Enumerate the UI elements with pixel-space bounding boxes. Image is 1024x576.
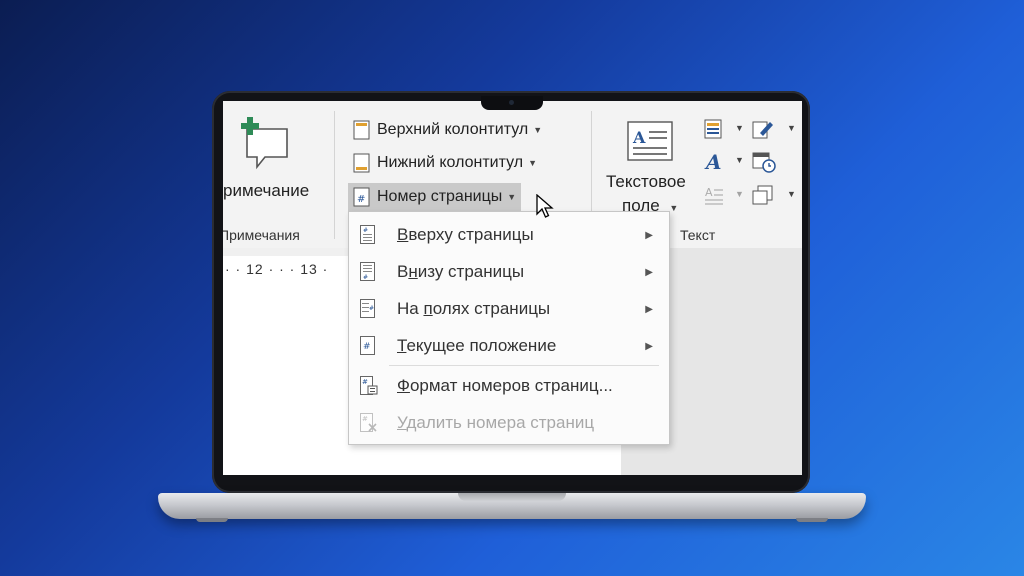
page-number-button[interactable]: # Номер страницы ▼: [348, 183, 522, 211]
group-separator: [591, 111, 592, 211]
horizontal-ruler[interactable]: · · 12 · · · 13 ·: [223, 256, 350, 282]
submenu-arrow-icon: ▶: [645, 229, 653, 241]
chevron-down-icon: ▼: [735, 123, 744, 133]
page-bottom-icon: #: [360, 262, 375, 281]
textbox-icon: A: [627, 121, 673, 161]
footer-button[interactable]: Нижний колонтитул ▼: [353, 150, 537, 176]
comments-group-label: Примечания: [223, 227, 300, 243]
menu-item-format-page-numbers[interactable]: # Формат номеров страниц...: [349, 369, 669, 403]
signature-line-button[interactable]: ▼: [752, 119, 796, 143]
submenu-arrow-icon: ▶: [645, 340, 653, 352]
submenu-arrow-icon: ▶: [645, 266, 653, 278]
remove-page-numbers-icon: #: [360, 413, 377, 432]
svg-text:#: #: [363, 274, 368, 281]
footer-label: Нижний колонтитул: [377, 154, 524, 171]
laptop-foot-right: [796, 518, 828, 522]
mouse-cursor-icon: [536, 194, 554, 218]
menu-item-page-margins[interactable]: # На полях страницы ▶: [349, 292, 669, 326]
svg-text:#: #: [362, 378, 368, 386]
new-comment-icon: [241, 117, 288, 170]
menu-item-label: Формат номеров страниц...: [397, 376, 613, 395]
page-margins-icon: #: [360, 299, 375, 318]
date-time-button[interactable]: [752, 151, 782, 175]
menu-item-bottom-of-page[interactable]: # Внизу страницы ▶: [349, 255, 669, 289]
submenu-arrow-icon: ▶: [645, 303, 653, 315]
textbox-button[interactable]: A Текстовое поле ▼: [603, 119, 699, 219]
chevron-down-icon: ▼: [507, 192, 517, 202]
group-separator: [334, 111, 335, 239]
ruler-ticks: · · 12 · · · 13 ·: [225, 261, 329, 277]
chevron-down-icon: ▼: [669, 203, 679, 213]
new-comment-button[interactable]: римечание: [223, 111, 331, 203]
format-page-numbers-icon: #: [360, 376, 378, 395]
page-number-icon: #: [353, 187, 370, 207]
camera-notch: [481, 96, 543, 110]
menu-item-top-of-page[interactable]: # Вверху страницы ▶: [349, 218, 669, 252]
chevron-down-icon: ▼: [787, 123, 796, 133]
current-position-icon: #: [360, 336, 375, 355]
wordart-icon: A: [704, 150, 722, 174]
object-button[interactable]: ▼: [752, 185, 796, 209]
header-button[interactable]: Верхний колонтитул ▼: [353, 117, 542, 143]
textbox-label-1: Текстовое: [606, 172, 686, 191]
page-number-label: Номер страницы: [377, 188, 503, 205]
laptop-base-notch: [458, 493, 566, 501]
chevron-down-icon: ▼: [735, 189, 744, 199]
chevron-down-icon: ▼: [533, 125, 543, 135]
menu-item-label: На полях страницы: [397, 299, 551, 318]
drop-cap-icon: A: [705, 186, 723, 205]
svg-text:#: #: [363, 227, 368, 234]
date-time-icon: [752, 152, 776, 173]
menu-item-label: Текущее положение: [397, 336, 557, 355]
svg-text:#: #: [362, 415, 368, 423]
svg-text:A: A: [705, 186, 713, 199]
menu-divider: [389, 365, 659, 366]
quick-parts-icon: [704, 119, 722, 139]
header-label: Верхний колонтитул: [377, 121, 529, 138]
footer-icon: [353, 153, 370, 173]
quick-parts-button[interactable]: ▼: [704, 119, 744, 143]
svg-text:A: A: [632, 128, 646, 147]
menu-item-label: Удалить номера страниц: [397, 413, 595, 432]
laptop-foot-left: [196, 518, 228, 522]
menu-item-current-position[interactable]: # Текущее положение ▶: [349, 329, 669, 363]
svg-text:A: A: [704, 151, 722, 173]
word-window: римечание Примечания Верхний колонтитул …: [223, 101, 802, 475]
chevron-down-icon: ▼: [528, 158, 538, 168]
new-comment-label: римечание: [223, 181, 310, 200]
page-number-menu: # Вверху страницы ▶ # Внизу страницы ▶ #…: [348, 211, 670, 445]
svg-text:#: #: [363, 342, 371, 352]
chevron-down-icon: ▼: [787, 189, 796, 199]
svg-text:#: #: [369, 305, 374, 312]
chevron-down-icon: ▼: [735, 155, 744, 165]
drop-cap-button: A ▼: [704, 185, 744, 209]
signature-line-icon: [752, 121, 773, 139]
menu-item-label: Внизу страницы: [397, 262, 525, 281]
svg-text:#: #: [357, 194, 365, 205]
menu-item-label: Вверху страницы: [397, 225, 534, 244]
wordart-button[interactable]: A ▼: [704, 150, 744, 175]
page-top-icon: #: [360, 225, 375, 244]
menu-item-remove-page-numbers: # Удалить номера страниц: [349, 406, 669, 440]
object-icon: [752, 185, 773, 205]
text-group-label: Текст: [680, 227, 716, 243]
header-icon: [353, 120, 370, 140]
